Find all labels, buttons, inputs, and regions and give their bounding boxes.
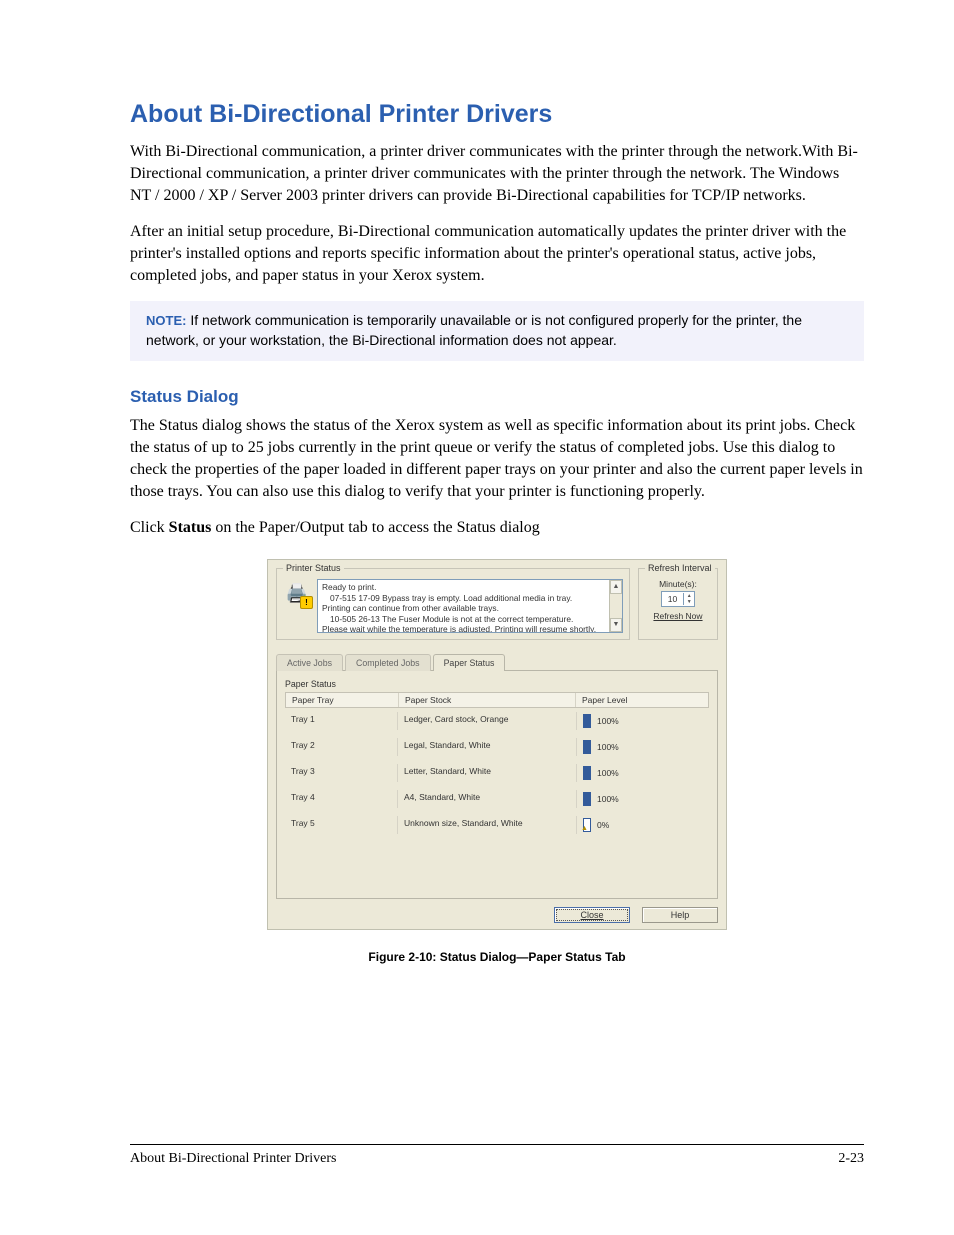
status-dialog-heading: Status Dialog bbox=[130, 387, 864, 407]
cell-stock: Legal, Standard, White bbox=[398, 738, 577, 756]
cell-tray: Tray 1 bbox=[285, 712, 398, 730]
printer-status-legend: Printer Status bbox=[283, 563, 344, 573]
level-text: 100% bbox=[597, 768, 619, 778]
level-text: 100% bbox=[597, 794, 619, 804]
cell-level: 100% bbox=[577, 738, 709, 756]
status-line: 07-515 17-09 Bypass tray is empty. Load … bbox=[322, 593, 608, 604]
status-line: Printing can continue from other availab… bbox=[322, 603, 499, 613]
cell-stock: Unknown size, Standard, White bbox=[398, 816, 577, 834]
scroll-down-icon[interactable]: ▼ bbox=[610, 618, 622, 632]
printer-icon: 🖨️! bbox=[283, 579, 311, 607]
cell-level: 100% bbox=[577, 712, 709, 730]
note-text: If network communication is temporarily … bbox=[146, 312, 802, 348]
page-footer: About Bi-Directional Printer Drivers 2-2… bbox=[130, 1144, 864, 1167]
status-line: Ready to print. bbox=[322, 582, 376, 592]
minutes-value: 10 bbox=[662, 594, 683, 604]
printer-status-group: Printer Status 🖨️! Ready to print. 07-51… bbox=[276, 568, 630, 640]
status-line: 10-505 26-13 The Fuser Module is not at … bbox=[322, 614, 608, 625]
footer-left: About Bi-Directional Printer Drivers bbox=[130, 1151, 336, 1167]
note-box: NOTE: If network communication is tempor… bbox=[130, 301, 864, 360]
col-paper-stock: Paper Stock bbox=[399, 693, 576, 707]
status-line: Please wait while the temperature is adj… bbox=[322, 624, 596, 633]
cell-level: 100% bbox=[577, 764, 709, 782]
warning-badge-icon: ! bbox=[300, 596, 313, 609]
refresh-interval-group: Refresh Interval Minute(s): 10 ▲▼ Refres… bbox=[638, 568, 718, 640]
table-row: Tray 3Letter, Standard, White 100% bbox=[285, 760, 709, 786]
spinner-down-icon[interactable]: ▼ bbox=[684, 599, 694, 605]
status-dialog: Printer Status 🖨️! Ready to print. 07-51… bbox=[267, 559, 727, 930]
paper-status-panel: Paper Status Paper Tray Paper Stock Pape… bbox=[276, 670, 718, 899]
cell-tray: Tray 3 bbox=[285, 764, 398, 782]
status-message-box: Ready to print. 07-515 17-09 Bypass tray… bbox=[317, 579, 623, 633]
level-text: 0% bbox=[597, 820, 609, 830]
tab-paper-status[interactable]: Paper Status bbox=[433, 654, 506, 671]
cell-stock: Ledger, Card stock, Orange bbox=[398, 712, 577, 730]
minutes-spinner[interactable]: 10 ▲▼ bbox=[661, 591, 695, 607]
level-bar-icon: ▲ bbox=[583, 818, 591, 832]
level-bar-icon bbox=[583, 766, 591, 780]
cell-level: 100% bbox=[577, 790, 709, 808]
paragraph-4: Click Status on the Paper/Output tab to … bbox=[130, 517, 864, 539]
tab-completed-jobs[interactable]: Completed Jobs bbox=[345, 654, 431, 671]
table-row: Tray 2Legal, Standard, White 100% bbox=[285, 734, 709, 760]
warning-triangle-icon: ▲ bbox=[581, 825, 588, 832]
scroll-up-icon[interactable]: ▲ bbox=[610, 580, 622, 594]
paragraph-1: With Bi-Directional communication, a pri… bbox=[130, 141, 864, 207]
table-row: Tray 4A4, Standard, White 100% bbox=[285, 786, 709, 812]
tab-active-jobs[interactable]: Active Jobs bbox=[276, 654, 343, 671]
figure-caption: Figure 2-10: Status Dialog—Paper Status … bbox=[130, 950, 864, 964]
col-paper-tray: Paper Tray bbox=[286, 693, 399, 707]
cell-tray: Tray 2 bbox=[285, 738, 398, 756]
help-button[interactable]: Help bbox=[642, 907, 718, 923]
paragraph-3: The Status dialog shows the status of th… bbox=[130, 415, 864, 503]
level-text: 100% bbox=[597, 716, 619, 726]
col-paper-level: Paper Level bbox=[576, 693, 708, 707]
refresh-legend: Refresh Interval bbox=[645, 563, 715, 573]
level-bar-icon bbox=[583, 740, 591, 754]
minutes-label: Minute(s): bbox=[645, 579, 711, 589]
level-bar-icon bbox=[583, 714, 591, 728]
table-row: Tray 1Ledger, Card stock, Orange 100% bbox=[285, 708, 709, 734]
table-header: Paper Tray Paper Stock Paper Level bbox=[285, 692, 709, 708]
footer-right: 2-23 bbox=[838, 1151, 864, 1167]
close-button[interactable]: Close bbox=[554, 907, 630, 923]
refresh-now-link[interactable]: Refresh Now bbox=[645, 611, 711, 621]
cell-tray: Tray 5 bbox=[285, 816, 398, 834]
cell-stock: A4, Standard, White bbox=[398, 790, 577, 808]
page-heading: About Bi-Directional Printer Drivers bbox=[130, 100, 864, 129]
paragraph-2: After an initial setup procedure, Bi-Dir… bbox=[130, 221, 864, 287]
note-label: NOTE: bbox=[146, 313, 186, 328]
cell-tray: Tray 4 bbox=[285, 790, 398, 808]
cell-level: ▲ 0% bbox=[577, 816, 709, 834]
level-bar-icon bbox=[583, 792, 591, 806]
cell-stock: Letter, Standard, White bbox=[398, 764, 577, 782]
scrollbar[interactable]: ▲ ▼ bbox=[609, 580, 622, 632]
panel-legend: Paper Status bbox=[285, 679, 709, 689]
table-row: Tray 5Unknown size, Standard, White ▲ 0% bbox=[285, 812, 709, 838]
level-text: 100% bbox=[597, 742, 619, 752]
